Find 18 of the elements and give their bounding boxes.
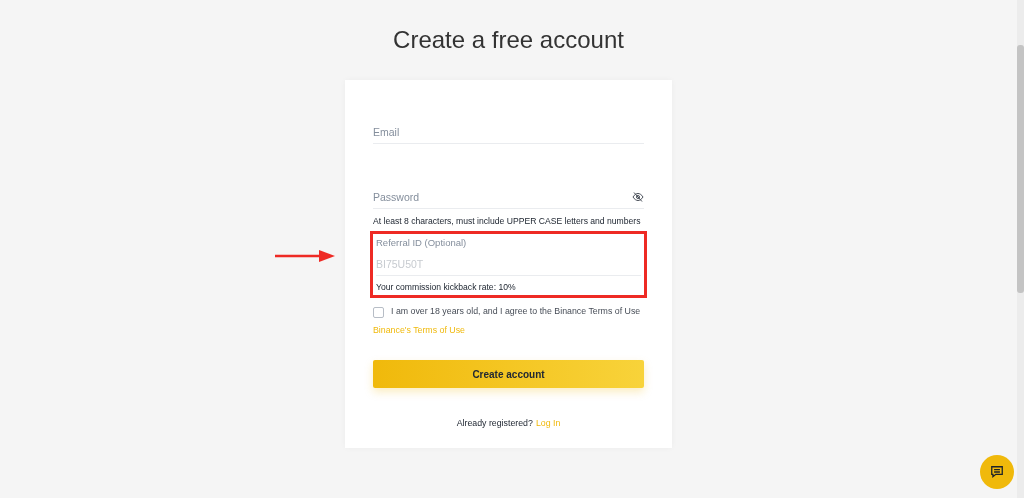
scrollbar-thumb[interactable] — [1017, 45, 1024, 293]
referral-label: Referral ID (Optional) — [376, 237, 468, 248]
terms-checkbox[interactable] — [373, 307, 384, 318]
terms-link[interactable]: Binance's Terms of Use — [373, 325, 465, 335]
arrow-drawing — [275, 250, 335, 262]
password-hint: At least 8 characters, must include UPPER CASE letters and numbers — [373, 216, 642, 226]
page-title: Create a free account — [393, 26, 624, 54]
eye-slash-icon[interactable] — [632, 191, 644, 202]
email-field[interactable]: Email — [373, 125, 644, 138]
chat-icon — [990, 465, 1004, 479]
password-field[interactable]: Password — [373, 190, 632, 203]
referral-field[interactable]: BI75U50T — [376, 257, 641, 270]
create-account-button[interactable]: Create account — [373, 360, 644, 388]
login-prompt: Already registered? — [456, 418, 533, 428]
terms-text: I am over 18 years old, and I agree to the Binance Terms of Use — [391, 306, 641, 316]
commission-note: Your commission kickback rate: 10% — [376, 281, 517, 292]
chat-button[interactable] — [980, 455, 1014, 489]
login-link[interactable]: Log In — [535, 418, 561, 428]
